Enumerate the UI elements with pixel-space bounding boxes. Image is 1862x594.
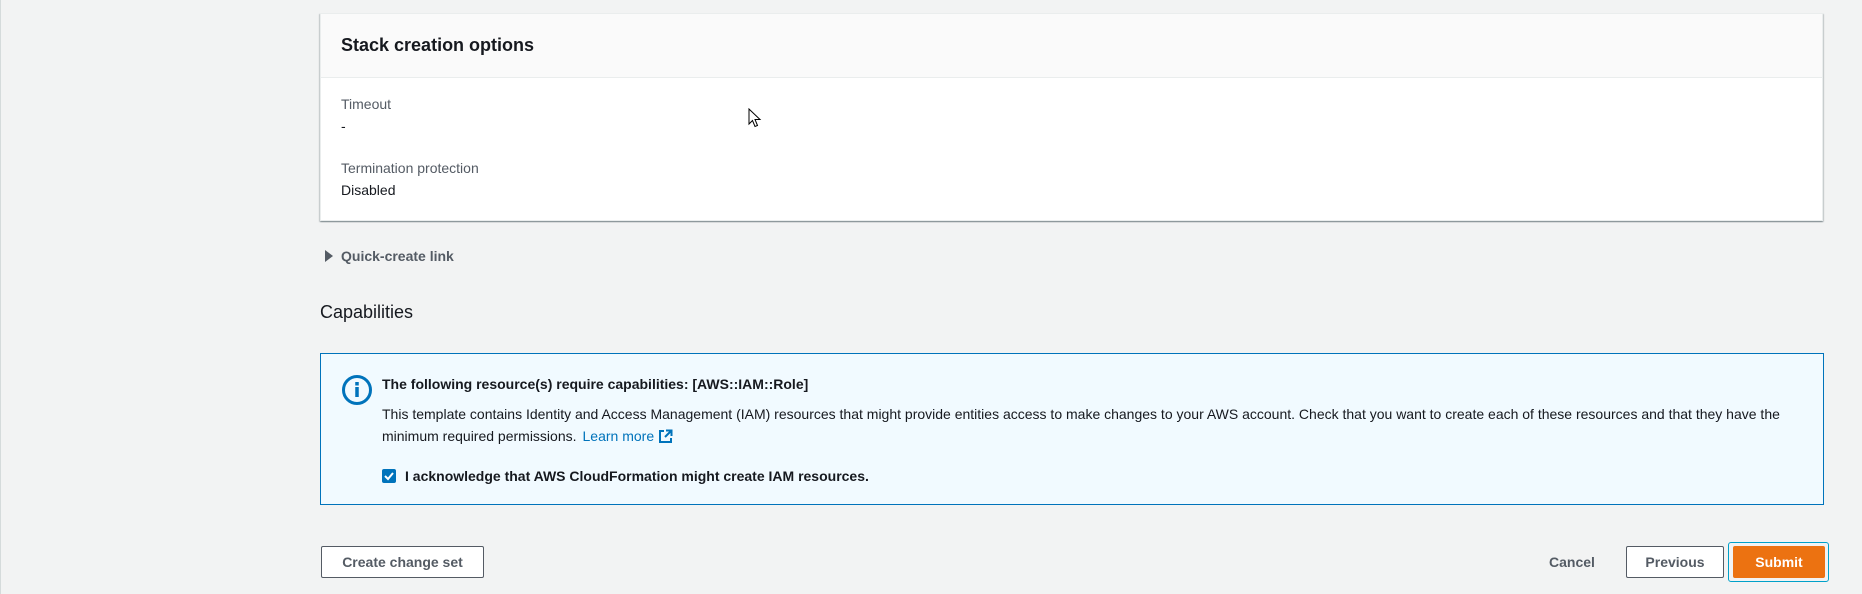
learn-more-label: Learn more [582, 428, 655, 444]
info-icon [342, 375, 372, 405]
capabilities-info-alert: The following resource(s) require capabi… [320, 353, 1824, 505]
alert-title: The following resource(s) require capabi… [382, 376, 809, 392]
termination-protection-label: Termination protection [341, 160, 479, 176]
panel-title: Stack creation options [341, 35, 535, 55]
timeout-field: Timeout - [341, 94, 391, 136]
quick-create-link-expander[interactable]: Quick-create link [325, 248, 454, 264]
acknowledge-iam-label: I acknowledge that AWS CloudFormation mi… [405, 468, 869, 484]
mouse-cursor-icon [748, 108, 762, 128]
submit-button[interactable]: Submit [1733, 546, 1825, 578]
previous-button[interactable]: Previous [1626, 546, 1724, 578]
capabilities-heading: Capabilities [320, 302, 414, 322]
learn-more-link[interactable]: Learn more [583, 428, 674, 444]
quick-create-link-label: Quick-create link [341, 248, 454, 264]
left-border [0, 0, 1, 594]
acknowledge-iam-checkbox-row[interactable]: I acknowledge that AWS CloudFormation mi… [382, 468, 869, 484]
termination-protection-field: Termination protection Disabled [341, 158, 479, 200]
caret-right-icon [325, 250, 333, 262]
timeout-value: - [341, 118, 346, 134]
acknowledge-iam-checkbox[interactable] [382, 469, 396, 483]
panel-header: Stack creation options [321, 14, 1822, 78]
cancel-button[interactable]: Cancel [1532, 546, 1612, 578]
timeout-label: Timeout [341, 96, 392, 112]
external-link-icon [659, 429, 673, 443]
checkmark-icon [384, 472, 394, 481]
create-change-set-button[interactable]: Create change set [321, 546, 484, 578]
termination-protection-value: Disabled [341, 182, 396, 198]
stack-creation-options-panel: Stack creation options Timeout - Termina… [320, 13, 1823, 221]
alert-body: This template contains Identity and Acce… [382, 403, 1802, 447]
